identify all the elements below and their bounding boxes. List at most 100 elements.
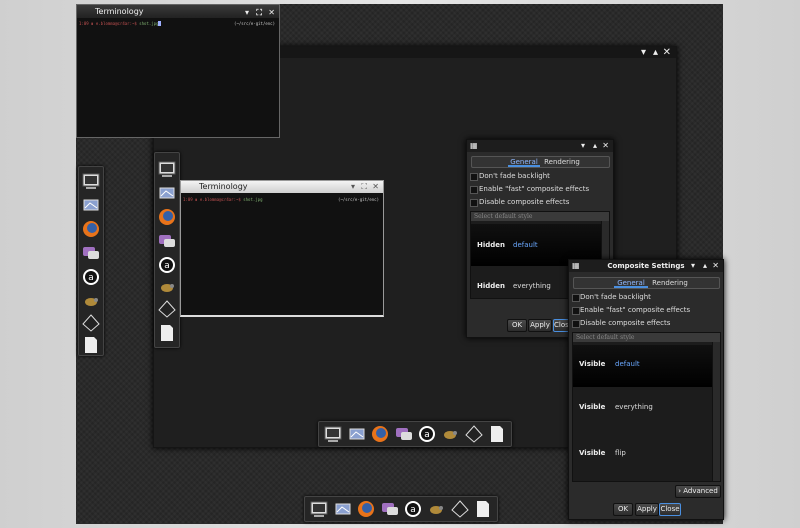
terminal-titlebar[interactable]: Terminology ▾ ⛶ ✕ <box>77 5 279 18</box>
document-icon[interactable] <box>81 335 101 355</box>
a-app-icon[interactable]: a <box>157 255 177 275</box>
maximize-button[interactable]: ▴ <box>653 47 658 58</box>
list-item[interactable]: Visible flip <box>573 435 712 479</box>
row-value: default <box>513 241 538 249</box>
maximize-button[interactable]: ▴ <box>593 140 597 152</box>
scrollbar[interactable] <box>712 342 720 481</box>
terminal-prompt[interactable]: 1:09 ▮ e.blomma@cr4ar:~$ shot.jpg <box>183 197 262 202</box>
firefox-icon[interactable] <box>356 499 376 519</box>
a-app-icon[interactable]: a <box>403 499 423 519</box>
list-header: Select default style <box>471 212 609 221</box>
a-app-icon[interactable]: a <box>81 267 101 287</box>
advanced-button[interactable]: › Advanced <box>675 485 721 498</box>
dialog-titlebar[interactable]: ▦ ▾ ▴ ✕ <box>467 140 613 152</box>
document-icon[interactable] <box>487 424 507 444</box>
apply-button[interactable]: Apply <box>635 503 659 516</box>
style-list[interactable]: Select default style Visible default Vis… <box>572 332 721 482</box>
ok-button[interactable]: OK <box>613 503 633 516</box>
checkbox-fade-backlight[interactable] <box>470 173 478 181</box>
minimize-button[interactable]: ▾ <box>641 47 646 58</box>
chat-icon[interactable] <box>81 243 101 263</box>
close-dialog-button[interactable]: Close <box>659 503 681 516</box>
mouse-icon[interactable] <box>426 499 446 519</box>
prompt-user: 1:09 ▮ e.blomma@cr4ar:~$ <box>183 197 244 202</box>
inkscape-icon[interactable] <box>157 299 177 319</box>
terminal-window-main[interactable]: Terminology ▾ ⛶ ✕ 1:09 ▮ e.blomma@cr4ar:… <box>76 4 280 138</box>
minimize-button[interactable]: ▾ <box>691 260 695 272</box>
mouse-icon[interactable] <box>440 424 460 444</box>
minimize-button[interactable]: ▾ <box>581 140 585 152</box>
close-button[interactable]: ✕ <box>602 140 609 152</box>
checkbox-fast-effects[interactable] <box>572 307 580 315</box>
advanced-label: Advanced <box>683 487 718 495</box>
tab-rendering[interactable]: Rendering <box>542 157 582 167</box>
option-label: Don't fade backlight <box>479 172 550 180</box>
checkbox-disable-effects[interactable] <box>572 320 580 328</box>
inkscape-icon[interactable] <box>81 313 101 333</box>
terminal-icon[interactable] <box>309 499 329 519</box>
option-label: Disable composite effects <box>580 319 671 327</box>
photo-viewer-icon[interactable] <box>81 195 101 215</box>
row-key: Hidden <box>477 282 506 290</box>
tab-general[interactable]: General <box>508 157 540 167</box>
maximize-button[interactable]: ▴ <box>703 260 707 272</box>
terminal-cursor: _ <box>158 21 161 26</box>
inkscape-icon[interactable] <box>464 424 484 444</box>
minimize-button[interactable]: ▾ <box>351 181 355 193</box>
tab-bar: General Rendering <box>471 156 610 168</box>
checkbox-fade-backlight[interactable] <box>572 294 580 302</box>
chat-icon[interactable] <box>380 499 400 519</box>
terminal-prompt[interactable]: 1:09 ▮ e.blomma@cr4ar:~$ shot.jpg_ <box>79 21 161 26</box>
tab-general[interactable]: General <box>614 278 648 288</box>
fullscreen-button[interactable]: ⛶ <box>256 6 262 19</box>
chat-icon[interactable] <box>394 424 414 444</box>
photo-viewer-icon[interactable] <box>347 424 367 444</box>
tab-rendering[interactable]: Rendering <box>650 278 690 288</box>
terminal-icon[interactable] <box>323 424 343 444</box>
row-value: everything <box>513 282 551 290</box>
list-item[interactable]: Visible default <box>573 345 712 387</box>
terminal-titlebar[interactable]: Terminology ▾ ⛶ ✕ <box>181 181 383 193</box>
row-key: Visible <box>579 360 606 368</box>
dialog-title: Composite Settings <box>607 262 685 270</box>
row-key: Visible <box>579 449 606 457</box>
ok-button[interactable]: OK <box>507 319 527 332</box>
launcher-shelf-inner: a <box>154 152 180 348</box>
a-app-icon[interactable]: a <box>417 424 437 444</box>
list-header: Select default style <box>573 333 720 342</box>
prompt-command: shot.jpg <box>243 197 263 202</box>
mouse-icon[interactable] <box>81 291 101 311</box>
close-button[interactable]: ✕ <box>712 260 719 272</box>
apply-button[interactable]: Apply <box>528 319 552 332</box>
close-button[interactable]: ✕ <box>663 47 671 58</box>
terminal-icon[interactable] <box>81 171 101 191</box>
fullscreen-button[interactable]: ⛶ <box>361 181 367 193</box>
checkbox-fast-effects[interactable] <box>470 186 478 194</box>
prompt-user: 1:09 ▮ e.blomma@cr4ar:~$ <box>79 21 140 26</box>
inkscape-icon[interactable] <box>450 499 470 519</box>
mouse-icon[interactable] <box>157 277 177 297</box>
list-item[interactable]: Visible everything <box>573 389 712 433</box>
close-button[interactable]: ✕ <box>372 181 379 193</box>
row-value: everything <box>615 403 653 411</box>
checkbox-disable-effects[interactable] <box>470 199 478 207</box>
firefox-icon[interactable] <box>157 207 177 227</box>
photo-viewer-icon[interactable] <box>333 499 353 519</box>
minimize-button[interactable]: ▾ <box>245 6 249 19</box>
terminal-icon[interactable] <box>157 159 177 179</box>
firefox-icon[interactable] <box>81 219 101 239</box>
firefox-icon[interactable] <box>370 424 390 444</box>
photo-viewer-icon[interactable] <box>157 183 177 203</box>
document-icon[interactable] <box>157 323 177 343</box>
svg-text:a: a <box>88 273 94 283</box>
terminal-title: Terminology <box>95 7 144 16</box>
app-icon: ▦ <box>572 261 580 270</box>
terminal-window-float[interactable]: Terminology ▾ ⛶ ✕ 1:09 ▮ e.blomma@cr4ar:… <box>180 180 384 317</box>
terminal-title: Terminology <box>199 182 248 191</box>
close-button[interactable]: ✕ <box>268 6 275 19</box>
dialog-titlebar[interactable]: ▦ Composite Settings ▾ ▴ ✕ <box>569 260 723 272</box>
chat-icon[interactable] <box>157 231 177 251</box>
app-icon: ▦ <box>470 141 478 150</box>
document-icon[interactable] <box>473 499 493 519</box>
terminal-path: (~/src/e-git/enc) <box>338 197 379 202</box>
